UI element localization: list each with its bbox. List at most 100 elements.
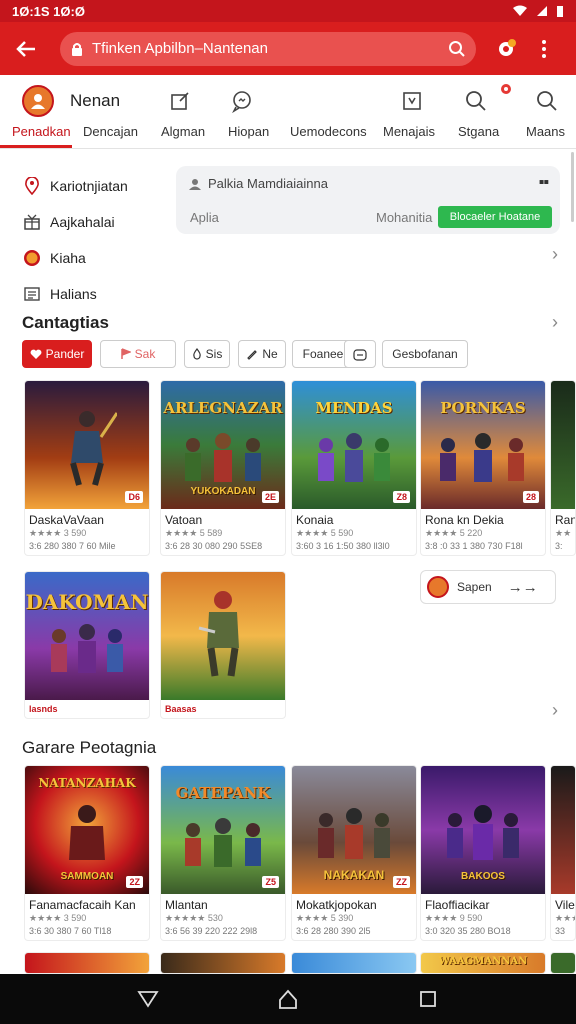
tab-label: Hiopan [228,124,270,139]
tab-7[interactable]: Maans [512,75,576,149]
chat-icon [232,91,251,113]
game-card[interactable]: DAKOMAN lasnds [24,571,150,719]
chevron-right-icon[interactable]: › [552,700,558,721]
side-item-1[interactable]: Aajkahalai [22,204,172,240]
cover-title: ARLEGNAZAR [163,399,283,417]
game-cover: PORNKAS 28 [421,381,545,509]
side-item-label: Kariotnjiatan [50,178,128,194]
scrollbar[interactable] [571,152,574,222]
more-button[interactable] [534,39,554,59]
game-meta: 3:8 :0 33 1 380 730 F18l [425,541,523,551]
game-card[interactable]: GATEPANK Z5 Mlantan ★★★★★ 530 3:6 56 39 … [160,765,286,941]
game-name: Vatoan [165,513,203,527]
list-icon [22,284,42,304]
game-card[interactable]: Baasas [160,571,286,719]
hero-figure-icon [70,411,117,486]
triangle-back-icon [137,991,159,1008]
back-button[interactable] [12,35,40,63]
chip-5[interactable] [344,340,376,368]
info-card-button[interactable]: Blocaeler Hoatane [438,206,552,228]
cover-title: MENDAS [315,399,393,417]
cover-subtitle: BAKOOS [461,871,505,882]
game-cover [551,953,575,973]
chip-6[interactable]: Gesbofanan [382,340,468,368]
game-cover: ARLEGNAZAR YUKOKADAN 2E [161,381,285,509]
chip-1[interactable]: Sak [100,340,176,368]
hero-group-icon [185,433,261,482]
battery-icon [557,5,563,17]
search-icon[interactable] [448,40,466,58]
tab-label: Penadkan [12,124,71,139]
cover-title: GATEPANK [175,784,271,802]
tab-label: Maans [526,124,566,139]
tab-0[interactable]: Penadkan [0,75,72,149]
game-card[interactable]: Ran ★★ 3: [550,380,576,556]
timer-icon [353,349,367,361]
chip-3[interactable]: Ne [238,340,286,368]
game-cover: NAKAKAN ZZ [292,766,416,894]
section-title-1: Cantagtias [22,313,109,332]
top-tabs: Nenan Penadkan Dencajan Algman Hiopan Ue… [0,75,576,149]
nav-recents-button[interactable] [413,984,443,1014]
chip-0[interactable]: Pander [22,340,92,368]
game-cover: GATEPANK Z5 [161,766,285,894]
flag-icon [120,348,131,359]
game-card[interactable] [550,952,576,974]
game-card[interactable]: WAAGMANNAN [420,952,546,974]
game-card[interactable]: MENDAS Z8 Konaia ★★★★ 5 590 3:60 3 16 1:… [291,380,417,556]
game-card[interactable]: PORNKAS 28 Rona kn Dekia ★★★★ 5 220 3:8 … [420,380,546,556]
section-title-2: Garare Peotagnia [22,738,157,757]
rating-badge: 28 [522,491,539,503]
nav-back-button[interactable] [133,984,163,1014]
game-card[interactable] [291,952,417,974]
tab-6[interactable]: Stgana [446,75,512,149]
cover-title: DAKOMAN [25,590,149,614]
app-bar: Tfinken Apbilbn–Nantenan [0,22,576,75]
game-card[interactable]: ARLEGNAZAR YUKOKADAN 2E Vatoan ★★★★ 5 58… [160,380,286,556]
side-item-3[interactable]: Halians [22,276,172,312]
chip-2[interactable]: Sis [184,340,230,368]
tab-label: Dencajan [83,124,138,139]
game-card[interactable] [24,952,150,974]
game-rating: ★★★★ 3 590 [29,913,87,923]
game-name: Flaoffiacikar [425,898,490,912]
game-cover [292,953,416,973]
info-card: Palkia Mamdiaiainna ▪▪ Aplia Mohanitia B… [176,166,560,234]
settings-button[interactable] [492,35,520,63]
game-card[interactable]: Vile ★★★ 33 [550,765,576,941]
side-item-label: Halians [50,286,97,302]
game-card[interactable] [160,952,286,974]
tab-3[interactable]: Hiopan [214,75,278,149]
game-card[interactable]: NAKAKAN ZZ Mokatkjopokan ★★★★ 5 390 3:6 … [291,765,417,941]
side-item-2[interactable]: Kiaha [22,240,172,276]
game-card[interactable]: D6 DaskaVaVaan ★★★★ 3 590 3:6 280 380 7 … [24,380,150,556]
game-rating: ★★★★★ 530 [165,913,223,923]
side-item-0[interactable]: Kariotnjiatan [22,168,172,204]
tab-4[interactable]: Uemodecons [278,75,376,149]
tab-1[interactable]: Dencajan [72,75,189,149]
wifi-icon [513,5,527,16]
chevron-right-icon[interactable]: › [552,244,558,265]
game-name: Vile [555,898,575,912]
info-card-title: Palkia Mamdiaiainna [208,176,328,191]
game-name: Fanamacfacaih Kan [29,898,136,912]
bookmark-icon [403,92,421,110]
side-item-label: Aajkahalai [50,214,115,230]
game-card[interactable]: BAKOOS Flaoffiacikar ★★★★ 9 590 3:0 320 … [420,765,546,941]
rating-badge: 2Z [126,876,143,888]
tab-2[interactable]: Algman [148,75,214,149]
user-pill-label: Sapen [457,580,492,594]
cover-title: WAAGMANNAN [438,956,528,967]
game-meta: 3: [555,541,563,551]
nav-home-button[interactable] [273,984,303,1014]
game-tag: Baasas [165,704,197,714]
game-card[interactable]: NATANZAHAK SAMMOAN 2Z Fanamacfacaih Kan … [24,765,150,941]
side-menu: Kariotnjiatan Aajkahalai Kiaha Halians [22,168,172,312]
tab-5[interactable]: Menajais [376,75,446,149]
user-pill[interactable]: Sapen →→ [420,570,556,604]
address-bar[interactable]: Tfinken Apbilbn–Nantenan [60,31,476,66]
more-horiz-icon[interactable]: ▪▪ [539,174,549,192]
chevron-right-icon[interactable]: › [552,312,558,333]
game-meta: 3:60 3 16 1:50 380 ll3l0 [296,541,390,551]
arrow-right-icon: →→ [507,578,538,596]
